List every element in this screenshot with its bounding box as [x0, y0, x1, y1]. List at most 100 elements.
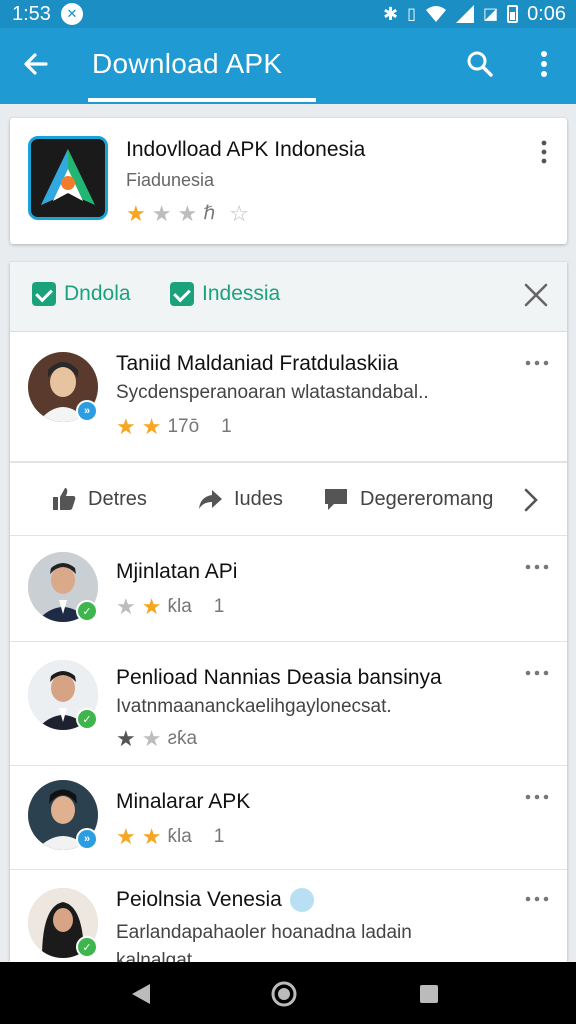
review-text: Ivatnmaananckaelihgaylonecsat. — [116, 696, 392, 717]
notification-icon: ✕ — [60, 3, 83, 25]
reviews-panel: Dndola Indessia » Taniid Maldaniad Fratd… — [10, 262, 567, 962]
review-rating: ★ ★ ƙla 1 — [116, 596, 224, 618]
avatar[interactable]: ✓ — [28, 660, 98, 730]
star-icon: ★ — [151, 200, 172, 226]
more-horiz-icon[interactable] — [525, 792, 549, 802]
review-rating-text: ƙla — [167, 596, 192, 617]
wifi-icon — [425, 6, 446, 22]
review-author: Peiolnsia Venesia — [116, 888, 282, 911]
user-badge-icon — [289, 888, 314, 912]
star-icon: ★ — [116, 414, 136, 439]
back-arrow-icon[interactable] — [20, 48, 52, 80]
review-item: » Minalarar APK ★ ★ ƙla 1 — [10, 766, 567, 870]
check-box-icon — [170, 282, 194, 306]
app-rating: ★ ★ ★ ℏ ☆ — [126, 202, 249, 225]
nav-home-icon[interactable] — [270, 980, 298, 1008]
filter-bar: Dndola Indessia — [10, 262, 567, 332]
tab-indicator — [88, 98, 316, 102]
action-label: Detres — [88, 487, 147, 510]
overflow-menu-icon[interactable] — [530, 48, 558, 80]
review-author: Penlioad Nannias Deasia bansinya — [116, 666, 442, 689]
review-author: Taniid Maldaniad Fratdulaskiia — [116, 352, 399, 375]
star-icon: ★ — [141, 824, 162, 849]
star-icon: ★ — [141, 726, 162, 751]
action-degereromang-button[interactable]: Degereromang — [322, 485, 493, 513]
review-item: ✓ Penlioad Nannias Deasia bansinya Ivatn… — [10, 642, 567, 766]
star-icon: ★ — [116, 824, 136, 849]
star-icon: ★ — [116, 726, 136, 751]
filter-chip-dndola[interactable]: Dndola — [32, 282, 131, 306]
verified-badge-icon: » — [76, 400, 98, 422]
review-rating: ★ ★ 17ō 1 — [116, 416, 232, 438]
filter-chip-indessia[interactable]: Indessia — [170, 282, 280, 306]
review-count: 1 — [213, 826, 225, 847]
review-rating-text: ƨƙa — [167, 728, 198, 749]
app-menu-icon[interactable] — [539, 140, 549, 164]
verified-badge-icon: ✓ — [76, 936, 98, 958]
review-item: » Taniid Maldaniad Fratdulaskiia Sycdens… — [10, 332, 567, 462]
verified-badge-icon: ✓ — [76, 600, 98, 622]
close-icon[interactable] — [523, 282, 549, 308]
filter-chip-label: Dndola — [64, 282, 131, 305]
avatar[interactable]: » — [28, 352, 98, 422]
review-text: Sycdensperanoaran wlatastandabal.. — [116, 382, 429, 403]
more-horiz-icon[interactable] — [525, 562, 549, 572]
avatar[interactable]: ✓ — [28, 888, 98, 958]
nav-back-icon[interactable] — [130, 982, 152, 1006]
share-icon — [199, 490, 222, 509]
star-icon: ★ — [116, 594, 136, 619]
app-card[interactable]: Indovlload APK Indonesia Fiadunesia ★ ★ … — [10, 118, 567, 244]
nav-recents-icon[interactable] — [418, 983, 440, 1005]
review-author: Minalarar APK — [116, 790, 251, 813]
more-horiz-icon[interactable] — [525, 668, 549, 678]
review-rating: ★ ★ ƙla 1 — [116, 826, 224, 848]
review-count: 1 — [213, 596, 225, 617]
review-rating: ★ ★ ƨƙa — [116, 728, 197, 750]
review-item: ✓ Mjinlatan APi ★ ★ ƙla 1 — [10, 536, 567, 642]
star-icon: ★ — [126, 200, 146, 226]
action-iudes-button[interactable]: Iudes — [196, 485, 283, 513]
review-author-row: Peiolnsia Venesia — [116, 888, 314, 912]
app-subtitle: Fiadunesia — [126, 170, 215, 190]
status-time-right: 0:06 — [527, 2, 566, 25]
action-label: Iudes — [234, 487, 283, 510]
action-label: Degereromang — [360, 487, 494, 510]
comment-icon — [325, 489, 347, 510]
action-detres-button[interactable]: Detres — [50, 485, 147, 513]
filter-chip-label: Indessia — [202, 282, 281, 305]
bluetooth-icon: ✱ — [383, 3, 399, 24]
system-nav-bar — [0, 962, 576, 1024]
search-icon[interactable] — [464, 48, 496, 80]
review-count: 1 — [221, 416, 232, 437]
app-toolbar: Download APK — [0, 28, 576, 104]
verified-badge-icon: ✓ — [76, 708, 98, 730]
star-icon: ★ — [141, 594, 162, 619]
star-icon: ★ — [177, 200, 198, 226]
star-icon: ☆ — [229, 200, 249, 226]
status-time-left: 1:53 — [12, 2, 51, 25]
avatar[interactable]: » — [28, 780, 98, 850]
review-author: Mjinlatan APi — [116, 560, 238, 583]
app-logo-icon — [28, 136, 108, 220]
star-icon: ★ — [141, 414, 162, 439]
chevron-right-icon[interactable] — [521, 487, 541, 513]
review-rating-text: 17ō — [167, 416, 200, 437]
battery-icon — [507, 5, 519, 23]
review-text-continued: kalnalgat — [116, 950, 193, 962]
no-sim-icon: ◪ — [482, 6, 499, 23]
review-rating-text: ƙla — [167, 826, 192, 847]
review-text: Earlandapahaoler hoanadna ladain — [116, 922, 412, 943]
signal-icon — [455, 5, 474, 23]
more-horiz-icon[interactable] — [525, 358, 549, 368]
more-horiz-icon[interactable] — [525, 894, 549, 904]
review-actions: Detres Iudes Degereromang — [10, 462, 567, 536]
avatar[interactable]: ✓ — [28, 552, 98, 622]
review-item: ✓ Peiolnsia Venesia Earlandapahaoler hoa… — [10, 870, 567, 962]
app-title: Indovlload APK Indonesia — [126, 138, 366, 161]
verified-badge-icon: » — [76, 828, 98, 850]
app-rating-text: ℏ — [203, 203, 216, 224]
vibrate-icon: ▯ — [407, 6, 416, 23]
toolbar-title: Download APK — [92, 48, 283, 79]
status-bar: 1:53 ✕ ✱ ▯ ◪ 0:06 — [0, 0, 576, 28]
thumbs-up-icon — [53, 488, 76, 510]
